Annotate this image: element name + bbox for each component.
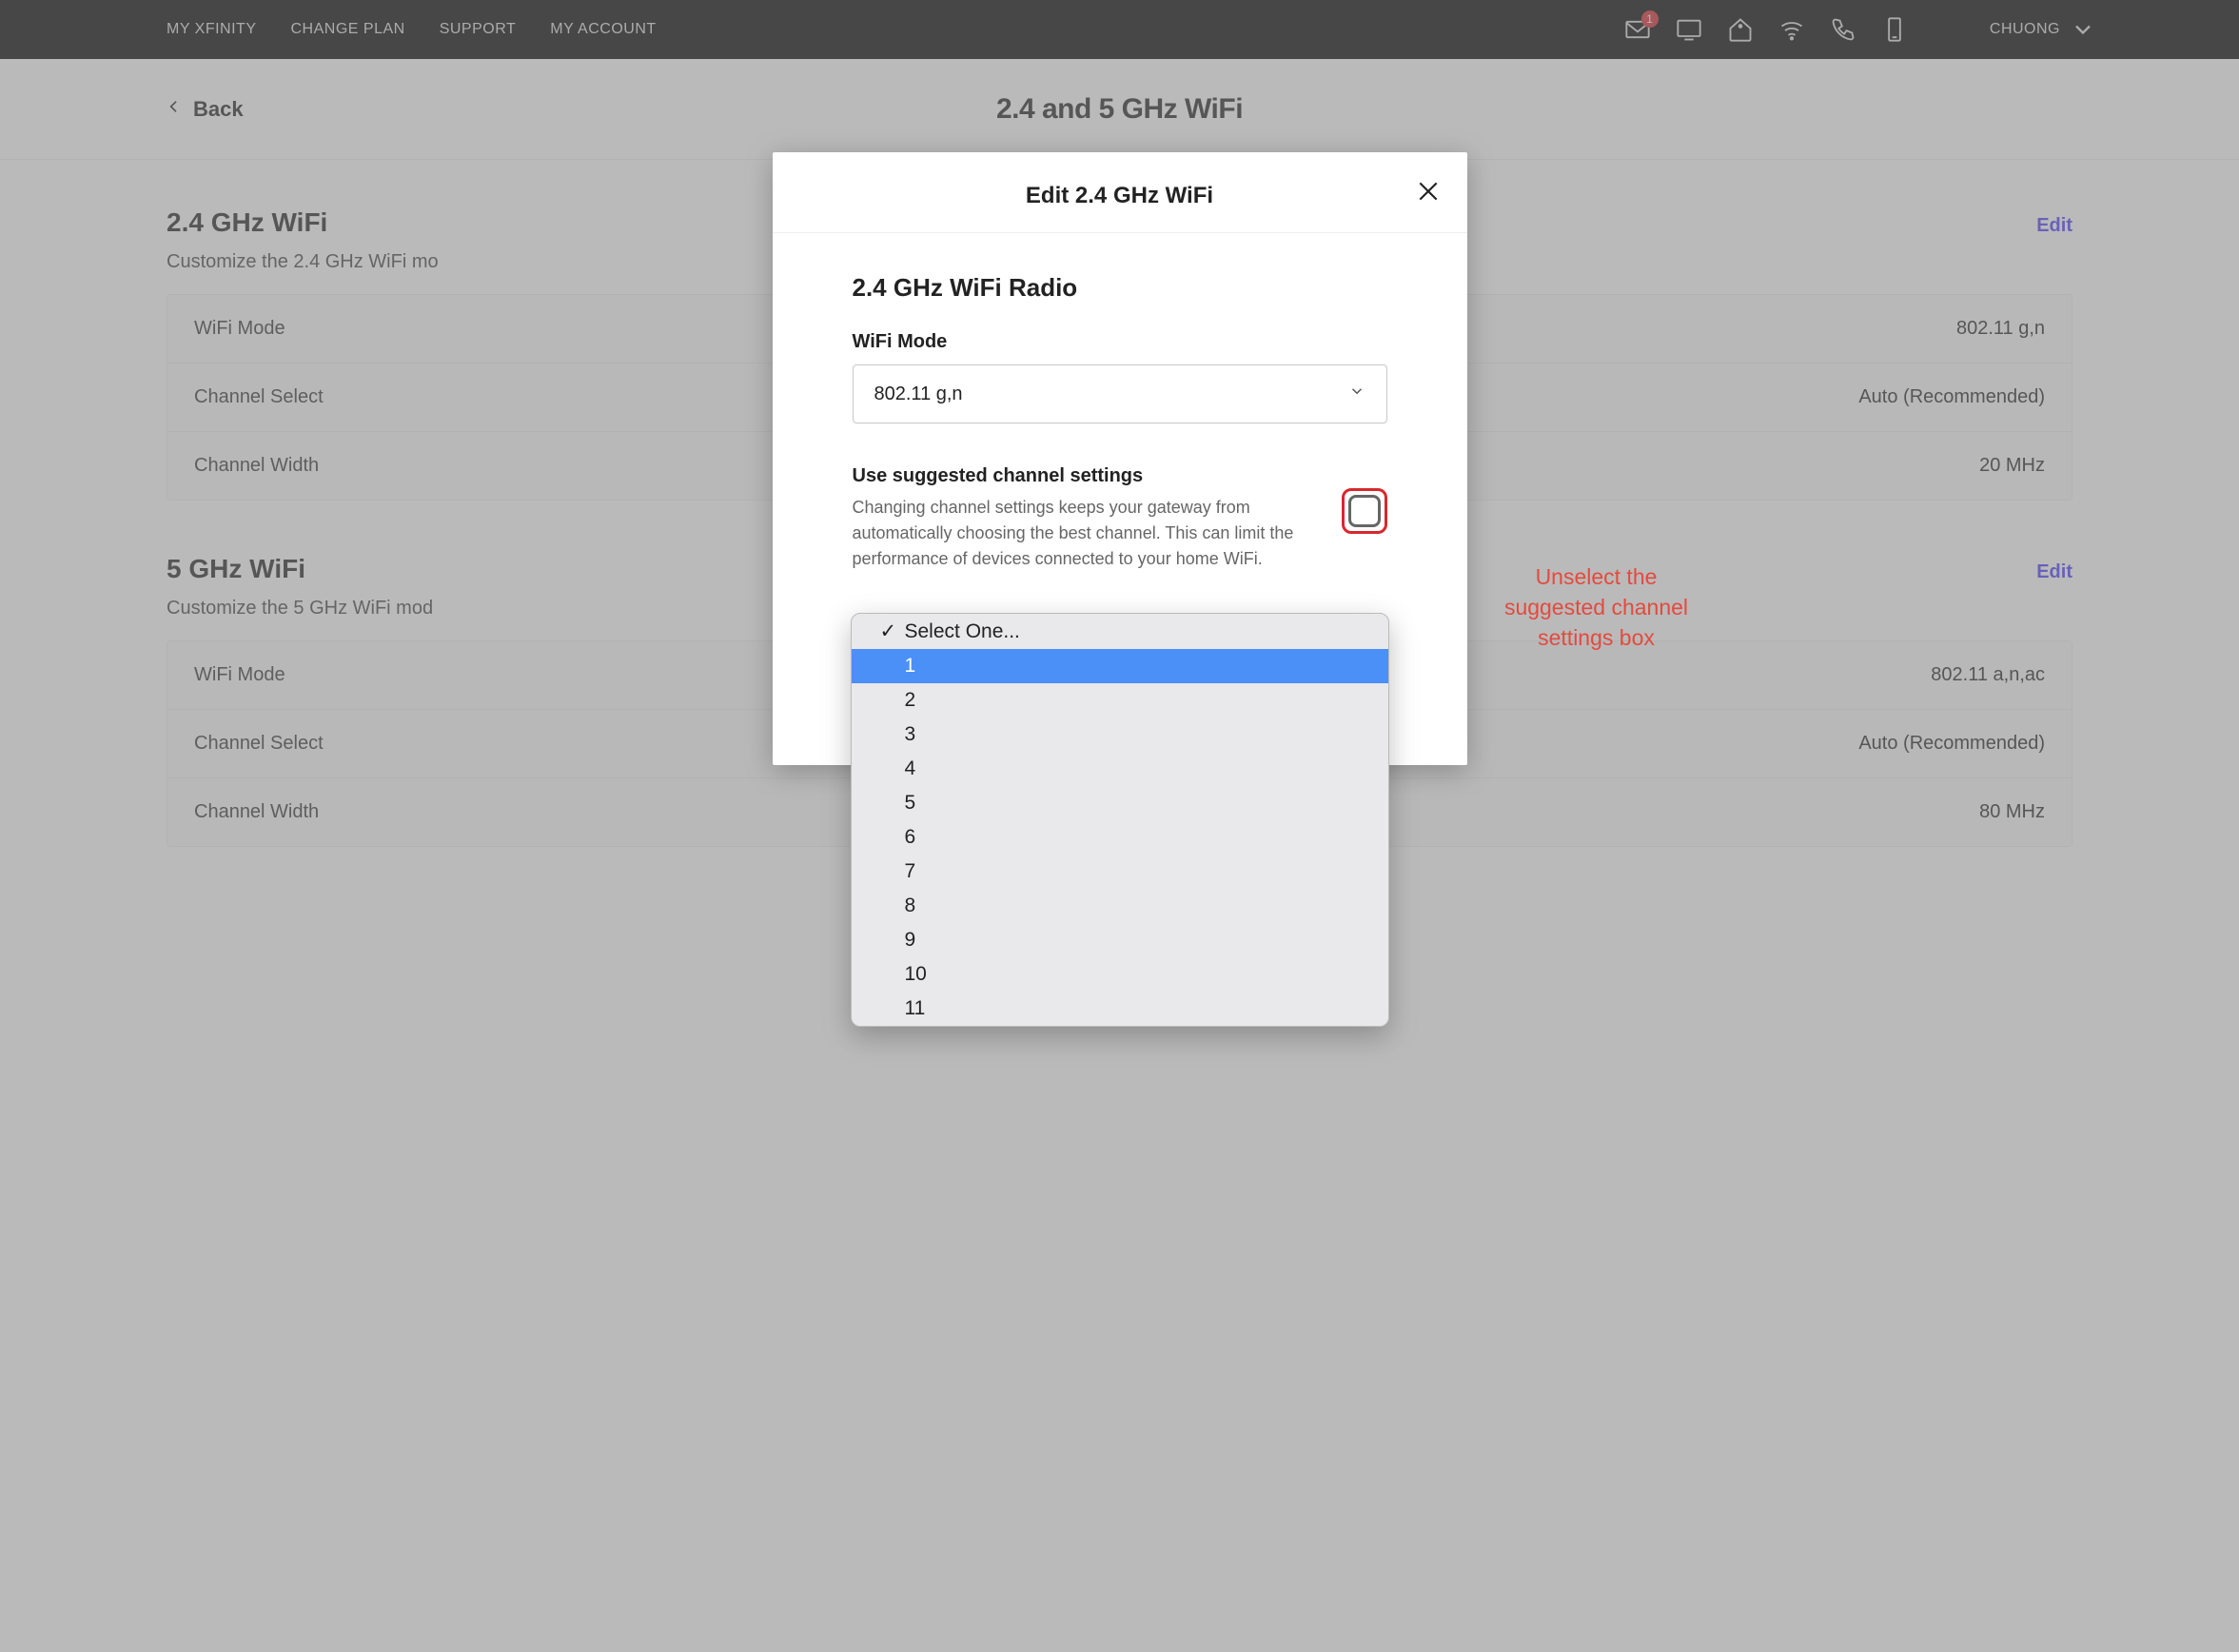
close-icon[interactable]	[1416, 179, 1441, 208]
annotation-text: Unselect the suggested channel settings …	[1502, 561, 1692, 654]
dropdown-option[interactable]: 1	[852, 649, 1388, 683]
dropdown-option[interactable]: 10	[852, 957, 1388, 992]
dropdown-option-placeholder[interactable]: ✓Select One...	[852, 614, 1388, 649]
wifi-mode-select[interactable]: 802.11 g,n	[853, 364, 1387, 423]
suggested-checkbox-highlight	[1342, 488, 1387, 534]
modal-overlay: Edit 2.4 GHz WiFi 2.4 GHz WiFi Radio WiF…	[0, 0, 2239, 1652]
suggested-checkbox[interactable]	[1348, 495, 1381, 527]
suggested-title: Use suggested channel settings	[853, 465, 1315, 487]
dropdown-option[interactable]: 4	[852, 752, 1388, 786]
chevron-down-icon	[1348, 383, 1365, 405]
dropdown-option[interactable]: 2	[852, 683, 1388, 718]
dropdown-option[interactable]: 8	[852, 889, 1388, 923]
wifi-mode-value: 802.11 g,n	[874, 384, 963, 405]
dropdown-option[interactable]: 9	[852, 923, 1388, 957]
suggested-desc: Changing channel settings keeps your gat…	[853, 495, 1315, 572]
modal-heading: 2.4 GHz WiFi Radio	[853, 273, 1387, 303]
modal-title: Edit 2.4 GHz WiFi	[773, 183, 1467, 209]
suggested-channel-block: Use suggested channel settings Changing …	[853, 465, 1387, 572]
dropdown-option[interactable]: 3	[852, 718, 1388, 752]
dropdown-option[interactable]: 5	[852, 786, 1388, 820]
modal-header: Edit 2.4 GHz WiFi	[773, 152, 1467, 233]
channel-dropdown[interactable]: ✓Select One...1234567891011	[851, 613, 1389, 1027]
dropdown-option[interactable]: 11	[852, 992, 1388, 1026]
wifi-mode-label: WiFi Mode	[853, 331, 1387, 353]
dropdown-option[interactable]: 7	[852, 855, 1388, 889]
dropdown-option[interactable]: 6	[852, 820, 1388, 855]
